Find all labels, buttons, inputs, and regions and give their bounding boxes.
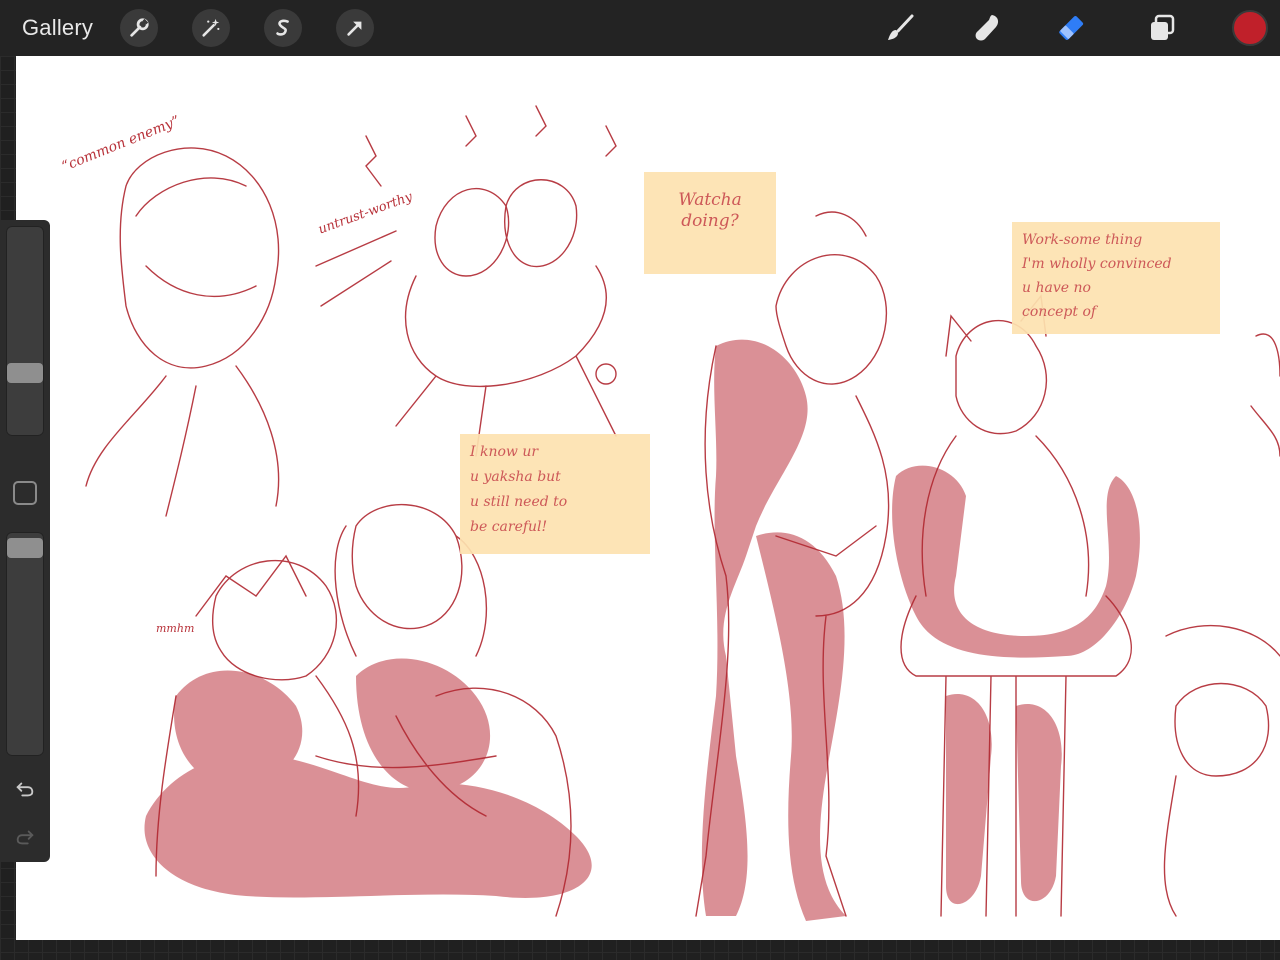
actions-wrench-icon[interactable]: [120, 9, 158, 47]
undo-icon[interactable]: [12, 776, 38, 802]
left-sidebar: [0, 220, 50, 862]
selection-s-icon[interactable]: [264, 9, 302, 47]
opacity-thumb[interactable]: [7, 537, 43, 558]
note-mmhm: mmhm: [156, 622, 195, 635]
layers-icon[interactable]: [1144, 10, 1180, 46]
opacity-slider[interactable]: [6, 532, 44, 756]
sketch-fills: [144, 339, 1140, 921]
square-icon[interactable]: [13, 481, 37, 505]
color-picker-swatch[interactable]: [1232, 10, 1268, 46]
speech-bubble-watcha: Watcha doing?: [644, 172, 776, 274]
smudge-icon[interactable]: [970, 10, 1006, 46]
speech-bubble-work: Work-some thing I'm wholly convinced u h…: [1012, 222, 1220, 334]
eraser-icon[interactable]: [1056, 10, 1092, 46]
redo-icon[interactable]: [12, 824, 38, 850]
adjustments-wand-icon[interactable]: [192, 9, 230, 47]
brush-icon[interactable]: [882, 10, 918, 46]
transform-arrow-icon[interactable]: [336, 9, 374, 47]
speech-bubble-yaksha: I know ur u yaksha but u still need to b…: [460, 434, 650, 554]
brush-size-slider[interactable]: [6, 226, 44, 436]
drawing-canvas[interactable]: “common enemy” untrust-worthy mmhm Watch…: [16, 56, 1280, 940]
gallery-button[interactable]: Gallery: [22, 14, 93, 42]
brush-size-thumb[interactable]: [7, 362, 43, 383]
top-toolbar: Gallery: [0, 0, 1280, 56]
